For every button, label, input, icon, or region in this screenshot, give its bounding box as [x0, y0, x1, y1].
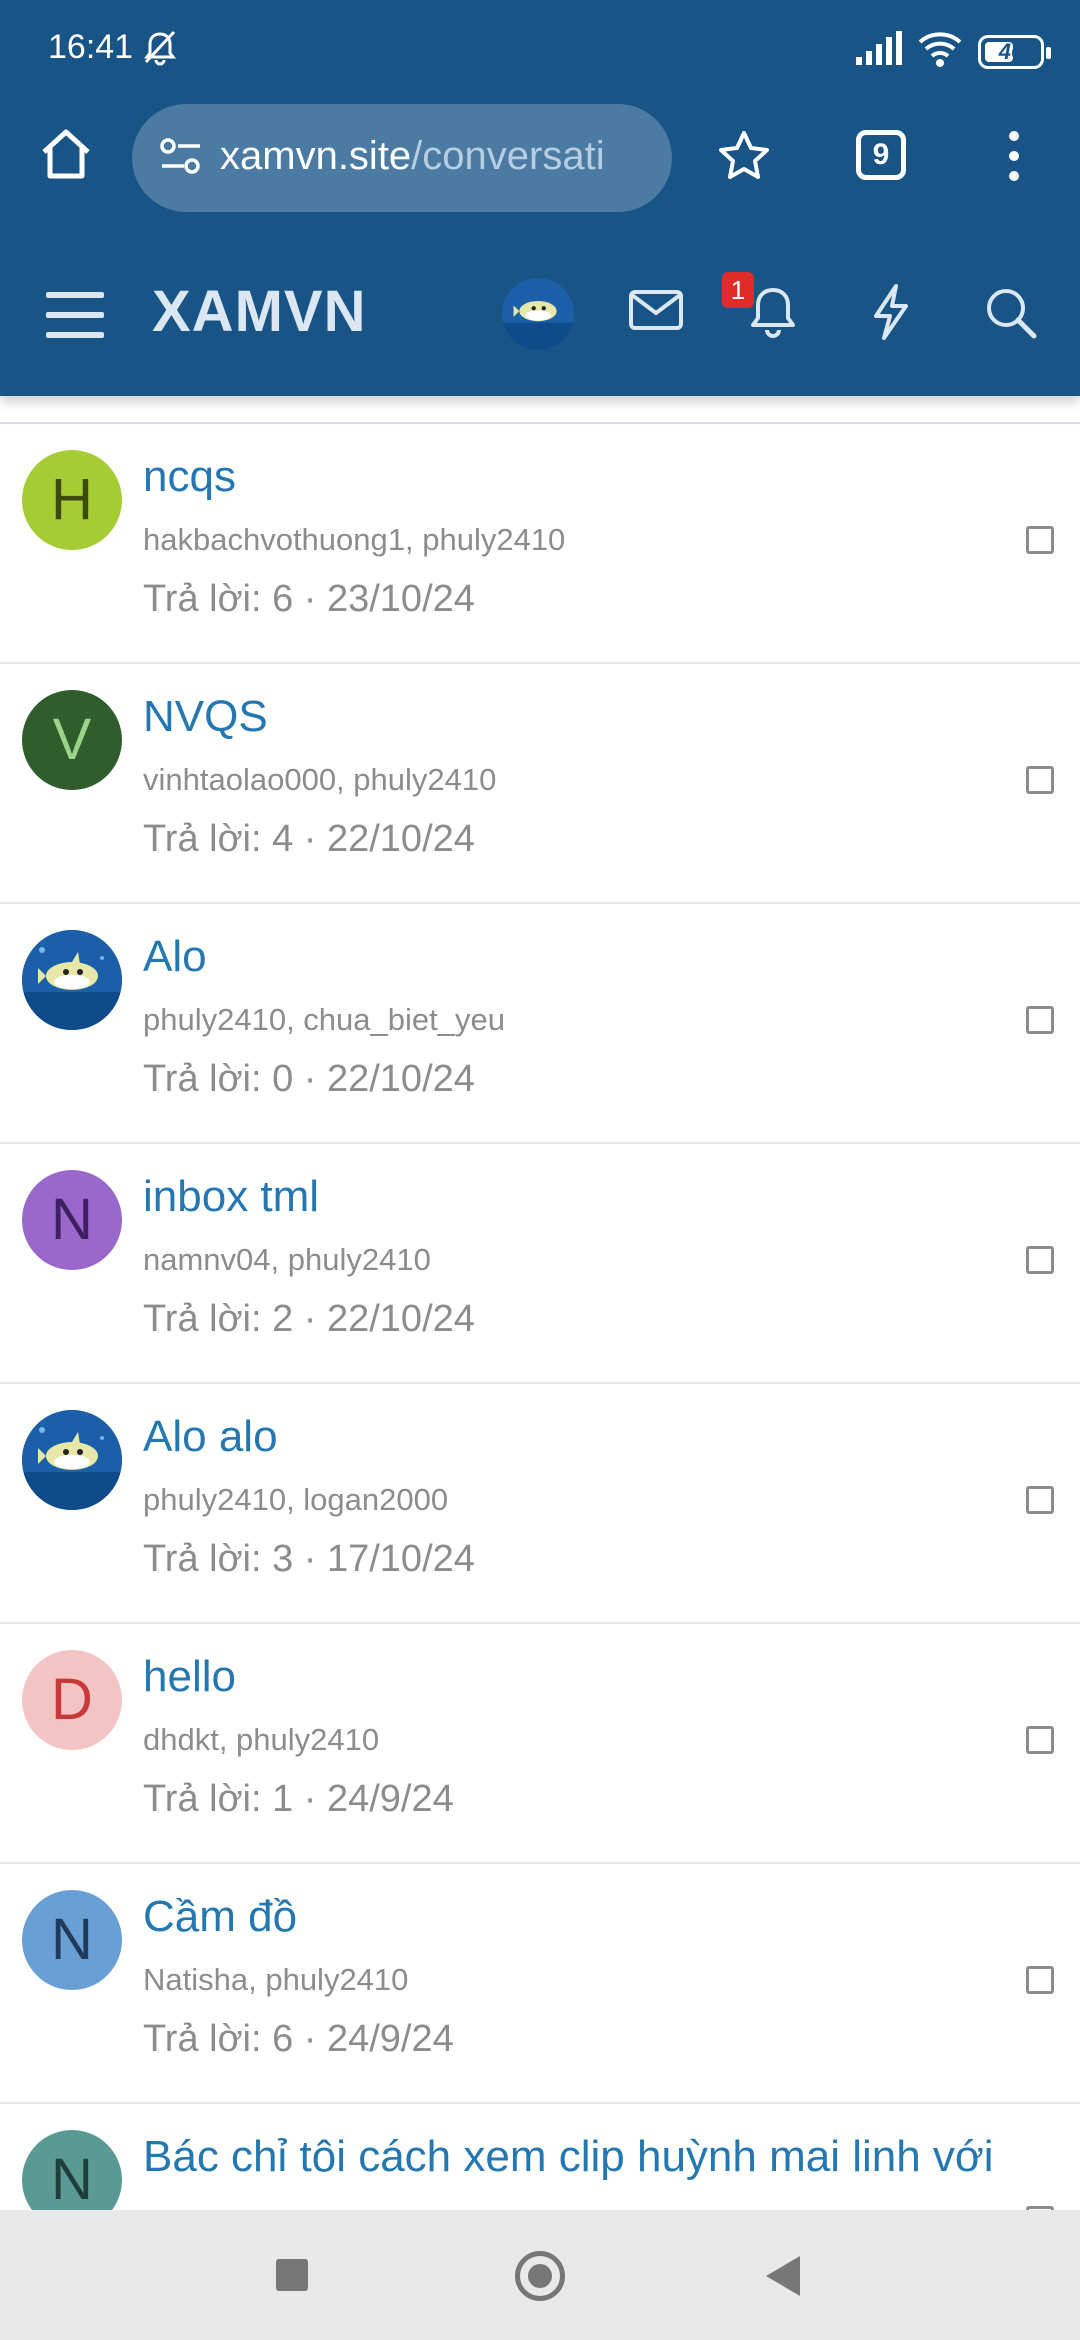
conversation-avatar[interactable]: D [22, 1650, 122, 1750]
status-time: 16:41 [48, 28, 134, 66]
url-text[interactable]: xamvn.site/conversati [220, 134, 660, 179]
back-triangle-icon[interactable] [766, 2256, 800, 2296]
home-circle-icon[interactable] [515, 2251, 565, 2301]
select-checkbox[interactable] [1026, 766, 1054, 794]
conversation-reply-meta: Trả lời: 2 · 22/10/24 [143, 1298, 475, 1340]
conversation-avatar[interactable]: V [22, 690, 122, 790]
conversation-participants: namnv04, phuly2410 [143, 1242, 431, 1277]
conversation-row[interactable]: Alo phuly2410, chua_biet_yeu Trả lời: 0 … [0, 904, 1080, 1144]
url-domain: xamvn.site [220, 134, 412, 178]
tab-count-button[interactable]: 9 [856, 130, 906, 180]
conversation-row[interactable]: D hello dhdkt, phuly2410 Trả lời: 1 · 24… [0, 1624, 1080, 1864]
select-checkbox[interactable] [1026, 1966, 1054, 1994]
shark-avatar-image [22, 930, 122, 1030]
notification-badge: 1 [722, 272, 754, 308]
conversation-participants: hakbachvothuong1, phuly2410 [143, 522, 566, 557]
conversation-title[interactable]: Cầm đồ [143, 1892, 297, 1942]
conversation-reply-meta: Trả lời: 3 · 17/10/24 [143, 1538, 475, 1580]
select-checkbox[interactable] [1026, 1486, 1054, 1514]
status-indicators: 46 [854, 30, 1051, 73]
battery-icon: 46 [978, 34, 1051, 69]
conversation-row[interactable]: N inbox tml namnv04, phuly2410 Trả lời: … [0, 1144, 1080, 1384]
conversation-title[interactable]: Alo [143, 932, 207, 982]
conversation-title[interactable]: Bác chỉ tôi cách xem clip huỳnh mai linh… [143, 2132, 994, 2182]
conversation-avatar[interactable]: H [22, 450, 122, 550]
conversation-title[interactable]: NVQS [143, 692, 268, 742]
conversation-avatar[interactable] [22, 1410, 122, 1510]
site-logo[interactable]: XAMVN [152, 278, 366, 345]
url-path: /conversati [411, 134, 605, 178]
conversation-participants: phuly2410, chua_biet_yeu [143, 1002, 505, 1037]
battery-level: 46 [998, 38, 1024, 64]
conversation-reply-meta: Trả lời: 6 · 24/9/24 [143, 2018, 454, 2060]
site-header: XAMVN 1 [0, 236, 1080, 396]
select-checkbox[interactable] [1026, 1006, 1054, 1034]
conversation-reply-meta: Trả lời: 4 · 22/10/24 [143, 818, 475, 860]
conversation-row[interactable]: H ncqs hakbachvothuong1, phuly2410 Trả l… [0, 424, 1080, 664]
menu-icon[interactable] [44, 288, 106, 347]
wifi-icon [916, 30, 964, 73]
signal-icon [854, 31, 902, 72]
conversation-reply-meta: Trả lời: 6 · 23/10/24 [143, 578, 475, 620]
browser-chrome: 16:41 46 xamvn.site/conversati 9 [0, 0, 1080, 236]
shark-avatar-image [22, 1410, 122, 1510]
recent-apps-icon[interactable] [276, 2259, 308, 2291]
site-settings-icon[interactable] [158, 134, 204, 185]
whats-new-bolt-icon[interactable] [866, 282, 916, 347]
more-menu-icon[interactable] [1004, 130, 1024, 187]
conversation-title[interactable]: Alo alo [143, 1412, 278, 1462]
conversation-row[interactable]: Alo alo phuly2410, logan2000 Trả lời: 3 … [0, 1384, 1080, 1624]
mail-icon[interactable] [628, 286, 684, 339]
conversation-participants: Natisha, phuly2410 [143, 1962, 409, 1997]
conversation-row[interactable]: N Cầm đồ Natisha, phuly2410 Trả lời: 6 ·… [0, 1864, 1080, 2104]
muted-bell-icon [140, 28, 180, 73]
home-icon[interactable] [36, 124, 96, 184]
select-checkbox[interactable] [1026, 526, 1054, 554]
browser-toolbar: xamvn.site/conversati 9 [0, 100, 1080, 236]
system-nav-bar [0, 2210, 1080, 2340]
conversation-title[interactable]: hello [143, 1652, 236, 1702]
conversation-title[interactable]: ncqs [143, 452, 236, 502]
conversation-row[interactable]: V NVQS vinhtaolao000, phuly2410 Trả lời:… [0, 664, 1080, 904]
select-checkbox[interactable] [1026, 1726, 1054, 1754]
conversation-row[interactable]: N Bác chỉ tôi cách xem clip huỳnh mai li… [0, 2104, 1080, 2210]
select-checkbox[interactable] [1026, 1246, 1054, 1274]
conversation-reply-meta: Trả lời: 1 · 24/9/24 [143, 1778, 454, 1820]
conversation-avatar[interactable]: N [22, 1170, 122, 1270]
search-icon[interactable] [982, 284, 1038, 345]
conversation-participants: dhdkt, phuly2410 [143, 1722, 380, 1757]
bookmark-star-icon[interactable] [716, 128, 772, 189]
notification-bell-icon[interactable] [746, 284, 800, 345]
conversation-title[interactable]: inbox tml [143, 1172, 319, 1222]
conversation-reply-meta: Trả lời: 0 · 22/10/24 [143, 1058, 475, 1100]
conversation-avatar[interactable]: N [22, 2130, 122, 2210]
address-bar[interactable]: xamvn.site/conversati [132, 104, 672, 212]
user-avatar[interactable] [502, 278, 574, 350]
conversation-list: H ncqs hakbachvothuong1, phuly2410 Trả l… [0, 424, 1080, 2210]
conversation-participants: phuly2410, logan2000 [143, 1482, 449, 1517]
status-bar: 16:41 46 [0, 0, 1080, 100]
conversation-avatar[interactable] [22, 930, 122, 1030]
conversation-participants: vinhtaolao000, phuly2410 [143, 762, 497, 797]
conversation-avatar[interactable]: N [22, 1890, 122, 1990]
